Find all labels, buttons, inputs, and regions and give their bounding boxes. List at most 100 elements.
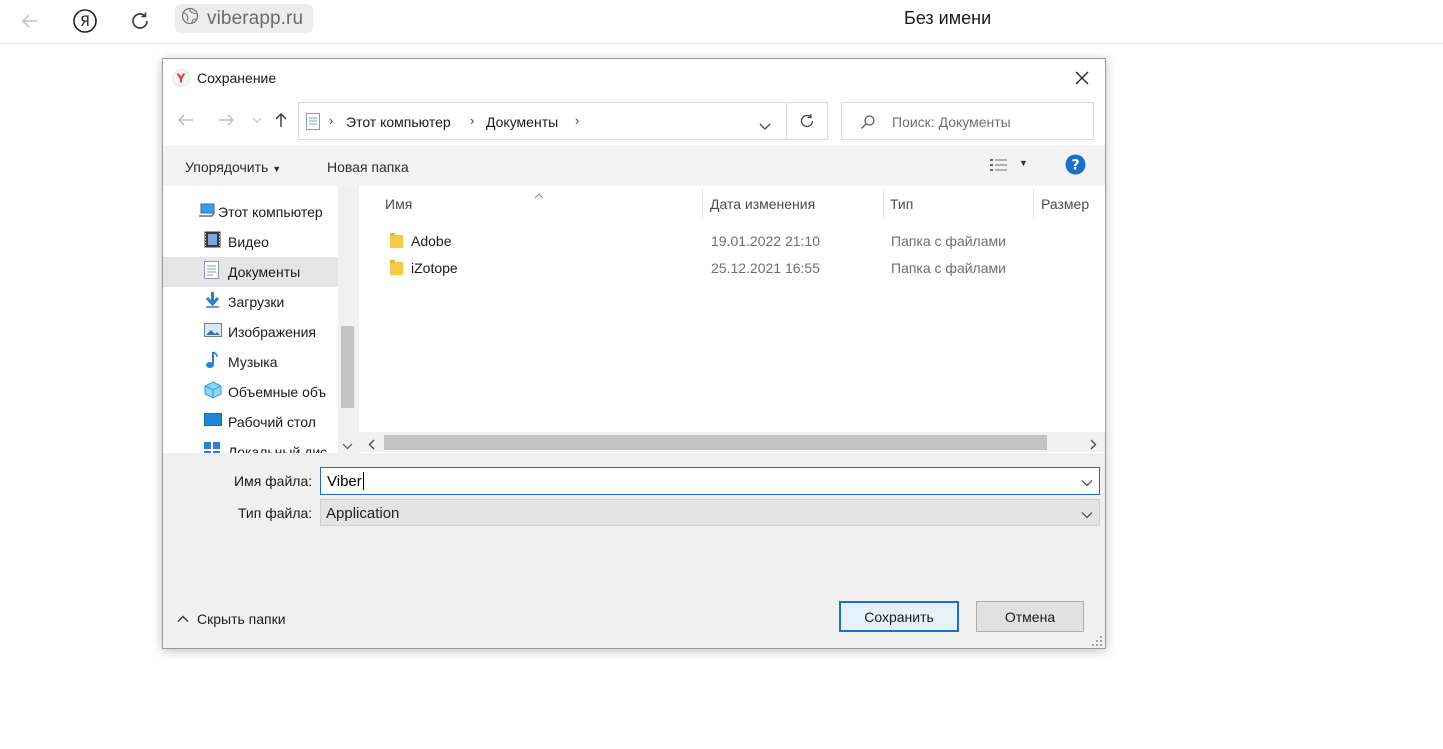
nav-label: Объемные объ	[228, 384, 327, 400]
documents-icon	[204, 260, 228, 284]
chevron-right-icon[interactable]: ›	[470, 113, 474, 128]
dialog-title: Сохранение	[197, 70, 277, 86]
view-options-caret-icon[interactable]: ▼	[1019, 158, 1028, 168]
hide-folders-label: Скрыть папки	[197, 611, 286, 627]
help-icon[interactable]: ?	[1065, 154, 1086, 180]
recent-locations-icon[interactable]	[246, 109, 268, 131]
computer-icon	[198, 203, 218, 222]
back-icon[interactable]	[175, 109, 197, 131]
nav-label: Видео	[228, 234, 269, 250]
nav-label: Изображения	[228, 324, 316, 340]
folder-icon	[390, 233, 403, 253]
file-row-adobe[interactable]: Adobe 19.01.2022 21:10 Папка с файлами	[359, 227, 1105, 254]
file-name: iZotope	[411, 260, 458, 276]
desktop-icon	[204, 412, 228, 432]
column-header-size[interactable]: Размер	[1035, 188, 1105, 220]
filename-value: Viber	[327, 473, 362, 490]
refresh-icon	[800, 114, 814, 128]
browser-toolbar: Я viberapp.ru Без имени	[0, 0, 1443, 44]
chevron-right-icon: ›	[329, 113, 334, 128]
command-bar: Упорядочить ▼ Новая папка ▼ ?	[163, 145, 1105, 186]
view-details-icon[interactable]	[989, 157, 1009, 178]
globe-icon	[181, 7, 199, 30]
close-icon	[1075, 71, 1089, 85]
yandex-browser-icon: Y	[172, 69, 190, 92]
nav-scrollbar[interactable]	[338, 186, 357, 453]
chevron-up-icon	[177, 610, 189, 628]
horizontal-scrollbar-thumb[interactable]	[384, 435, 1047, 450]
file-type: Папка с файлами	[891, 260, 1006, 276]
3d-objects-icon	[204, 380, 228, 404]
file-list: Имя Дата изменения Тип Размер Adobe 19.0…	[359, 186, 1105, 453]
folder-icon	[390, 260, 403, 280]
chevron-down-icon[interactable]	[759, 118, 771, 136]
url-text: viberapp.ru	[207, 7, 304, 29]
address-bar[interactable]: viberapp.ru	[175, 4, 314, 33]
chevron-down-icon[interactable]	[1081, 474, 1095, 488]
file-type: Папка с файлами	[891, 233, 1006, 249]
nav-item-local-disk[interactable]: Локальный дис	[163, 437, 338, 453]
filename-input[interactable]: Viber	[320, 467, 1100, 495]
forward-icon[interactable]	[215, 109, 237, 131]
scroll-down-icon[interactable]	[342, 437, 353, 453]
navigation-pane: Этот компьютер Видео Документы Загрузки …	[163, 186, 357, 453]
nav-label: Документы	[228, 264, 301, 280]
music-icon	[204, 350, 228, 374]
breadcrumb-this-pc[interactable]: Этот компьютер	[346, 114, 451, 130]
file-date: 19.01.2022 21:10	[711, 233, 820, 249]
cancel-button[interactable]: Отмена	[976, 601, 1084, 632]
filetype-value: Application	[326, 505, 400, 522]
scroll-right-icon[interactable]	[1090, 437, 1097, 453]
scroll-left-icon[interactable]	[368, 437, 375, 453]
nav-item-desktop[interactable]: Рабочий стол	[163, 407, 338, 437]
navigation-row: › Этот компьютер › Документы › Поиск: До…	[163, 97, 1105, 145]
chevron-right-icon[interactable]: ›	[575, 113, 579, 128]
breadcrumb-documents[interactable]: Документы	[486, 114, 558, 130]
column-header-date[interactable]: Дата изменения	[704, 188, 884, 220]
up-icon[interactable]	[270, 109, 292, 131]
chevron-down-icon[interactable]	[1081, 506, 1095, 520]
new-folder-button[interactable]: Новая папка	[327, 159, 409, 175]
column-header-name[interactable]: Имя	[379, 188, 703, 220]
filetype-label: Тип файла:	[238, 505, 313, 521]
caret-down-icon: ▼	[272, 164, 282, 174]
search-input[interactable]: Поиск: Документы	[841, 102, 1094, 140]
nav-label: Загрузки	[228, 294, 285, 310]
refresh-button[interactable]	[786, 102, 828, 140]
close-button[interactable]	[1059, 59, 1105, 97]
downloads-icon	[204, 291, 228, 314]
search-icon	[860, 114, 876, 135]
organize-button[interactable]: Упорядочить ▼	[185, 159, 281, 175]
svg-text:Y: Y	[176, 72, 186, 86]
nav-item-downloads[interactable]: Загрузки	[163, 287, 338, 317]
file-row-izotope[interactable]: iZotope 25.12.2021 16:55 Папка с файлами	[359, 254, 1105, 281]
column-header-type[interactable]: Тип	[884, 188, 1034, 220]
save-button[interactable]: Сохранить	[839, 601, 959, 632]
file-name: Adobe	[411, 233, 452, 249]
yandex-logo-icon[interactable]: Я	[70, 6, 100, 36]
video-icon	[204, 231, 228, 253]
nav-label: Локальный дис	[228, 444, 328, 453]
hide-folders-button[interactable]: Скрыть папки	[177, 610, 286, 628]
path-bar[interactable]: › Этот компьютер › Документы ›	[298, 102, 787, 140]
search-placeholder: Поиск: Документы	[892, 114, 1011, 130]
nav-item-documents[interactable]: Документы	[163, 257, 338, 287]
nav-item-video[interactable]: Видео	[163, 227, 338, 257]
nav-item-pictures[interactable]: Изображения	[163, 317, 338, 347]
nav-label: Рабочий стол	[228, 414, 316, 430]
nav-item-this-pc[interactable]: Этот компьютер	[163, 197, 338, 227]
save-dialog: Y Сохранение › Этот компьютер › Документ…	[162, 58, 1106, 649]
nav-item-music[interactable]: Музыка	[163, 347, 338, 377]
filetype-select[interactable]: Application	[320, 499, 1100, 526]
reload-icon[interactable]	[125, 6, 155, 36]
resize-grip-icon[interactable]	[1091, 634, 1103, 646]
nav-item-3d-objects[interactable]: Объемные объ	[163, 377, 338, 407]
horizontal-scrollbar[interactable]	[359, 432, 1105, 452]
filename-label: Имя файла:	[234, 473, 313, 489]
file-date: 25.12.2021 16:55	[711, 260, 820, 276]
page-title: Без имени	[904, 8, 992, 28]
nav-label: Этот компьютер	[218, 204, 323, 220]
arrow-left-icon[interactable]	[15, 6, 45, 36]
nav-scrollbar-thumb[interactable]	[341, 326, 354, 408]
pictures-icon	[204, 322, 228, 342]
